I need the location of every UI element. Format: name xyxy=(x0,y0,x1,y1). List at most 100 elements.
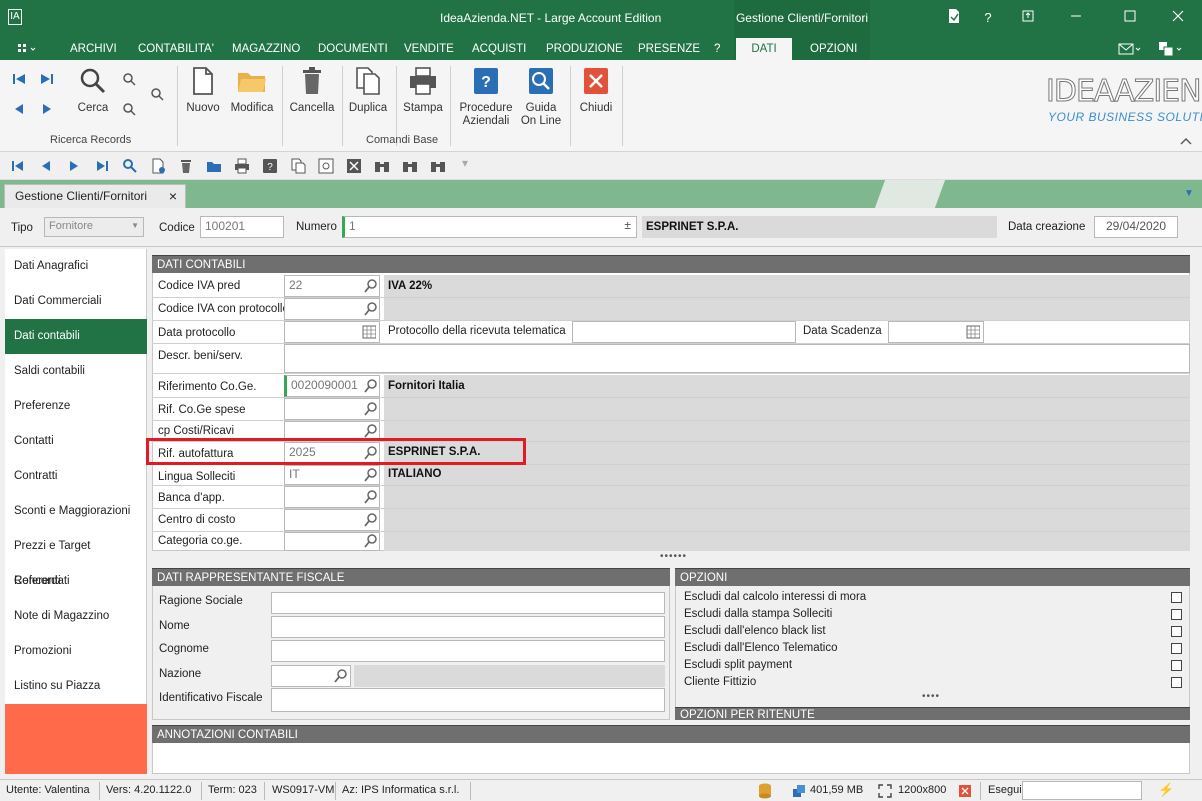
binoculars-next-icon[interactable] xyxy=(402,158,418,174)
last-record-icon[interactable] xyxy=(40,72,54,89)
app-menu-icon[interactable] xyxy=(16,38,38,60)
menu-dati[interactable]: DATI xyxy=(736,38,792,60)
nav-prezzi-target[interactable]: Prezzi e Target Concordati xyxy=(5,529,147,587)
id-fiscale-field[interactable] xyxy=(271,688,665,712)
nav-contratti[interactable]: Contratti xyxy=(5,459,147,494)
tab-list-chevron-icon[interactable]: ▼ xyxy=(1184,188,1194,199)
procedure-aziendali-button[interactable]: ? Procedure Aziendali xyxy=(456,66,516,128)
guida-online-button[interactable]: Guida On Line xyxy=(518,66,564,128)
search-icon[interactable] xyxy=(364,424,378,438)
cancel-toolbar-icon[interactable] xyxy=(346,158,362,174)
search-next-icon[interactable] xyxy=(122,102,136,119)
menu-vendite[interactable]: VENDITE xyxy=(404,38,454,60)
protocollo-field[interactable] xyxy=(572,321,796,343)
stampa-button[interactable]: Stampa xyxy=(402,66,444,115)
collapse-ribbon-icon[interactable] xyxy=(1180,134,1192,148)
opzione-solleciti-checkbox[interactable] xyxy=(1171,609,1182,620)
search-advanced-icon[interactable] xyxy=(150,87,164,104)
prev-record-icon[interactable] xyxy=(12,102,26,119)
opzione-mora-checkbox[interactable] xyxy=(1171,592,1182,603)
minimize-icon[interactable] xyxy=(1066,8,1086,28)
cognome-field[interactable] xyxy=(271,640,665,662)
search-icon[interactable] xyxy=(364,302,378,316)
menu-produzione[interactable]: PRODUZIONE xyxy=(546,38,623,60)
nav-sconti[interactable]: Sconti e Maggiorazioni xyxy=(5,494,147,529)
nav-listino-piazza[interactable]: Listino su Piazza xyxy=(5,669,147,704)
help-icon[interactable]: ? xyxy=(978,8,998,28)
data-creazione-field[interactable]: 29/04/2020 xyxy=(1094,216,1178,238)
preview-toolbar-icon[interactable] xyxy=(318,158,334,174)
nav-note-magazzino[interactable]: Note di Magazzino xyxy=(5,599,147,634)
search-icon[interactable] xyxy=(364,279,378,293)
toolbar-overflow-icon[interactable]: ▾ xyxy=(462,156,468,170)
esegui-input[interactable] xyxy=(1022,781,1142,800)
open-folder-toolbar-icon[interactable] xyxy=(206,158,222,174)
first-record-small-icon[interactable] xyxy=(10,158,26,174)
nav-dati-commerciali[interactable]: Dati Commerciali xyxy=(5,284,147,319)
maximize-icon[interactable] xyxy=(1120,8,1140,28)
cerca-button[interactable]: Cerca xyxy=(76,66,110,115)
document-icon[interactable] xyxy=(944,8,964,28)
nav-contatti[interactable]: Contatti xyxy=(5,424,147,459)
search-icon[interactable] xyxy=(364,402,378,416)
menu-magazzino[interactable]: MAGAZZINO xyxy=(232,38,300,60)
codice-field[interactable]: 100201 xyxy=(200,216,284,238)
new-toolbar-icon[interactable] xyxy=(150,158,166,174)
opzione-split-checkbox[interactable] xyxy=(1171,660,1182,671)
help-toolbar-icon[interactable]: ? xyxy=(262,158,278,174)
next-record-icon[interactable] xyxy=(40,102,54,119)
calendar-icon[interactable] xyxy=(966,325,980,339)
lightning-icon[interactable]: ⚡ xyxy=(1158,782,1174,798)
menu-documenti[interactable]: DOCUMENTI xyxy=(318,38,388,60)
menu-contabilita[interactable]: CONTABILITA' xyxy=(138,38,214,60)
search-icon[interactable] xyxy=(364,534,378,548)
prev-record-small-icon[interactable] xyxy=(38,158,54,174)
modifica-button[interactable]: Modifica xyxy=(228,66,276,115)
print-toolbar-icon[interactable] xyxy=(234,158,250,174)
opzione-blacklist-checkbox[interactable] xyxy=(1171,626,1182,637)
descr-field[interactable] xyxy=(284,344,1190,373)
nome-field[interactable] xyxy=(271,616,665,638)
nav-saldi-contabili[interactable]: Saldi contabili xyxy=(5,354,147,389)
close-icon[interactable] xyxy=(1168,8,1188,28)
last-record-small-icon[interactable] xyxy=(94,158,110,174)
calendar-icon[interactable] xyxy=(362,325,376,339)
fullscreen-icon[interactable] xyxy=(878,784,892,798)
binoculars-prev-icon[interactable] xyxy=(430,158,446,174)
nav-referenti[interactable]: Referenti xyxy=(5,564,147,599)
opzione-fittizio-checkbox[interactable] xyxy=(1171,677,1182,688)
search-small-icon[interactable] xyxy=(122,72,136,89)
search-icon[interactable] xyxy=(364,379,378,393)
tab-gestione-clienti[interactable]: Gestione Clienti/Fornitori × xyxy=(4,184,186,208)
search-icon[interactable] xyxy=(364,490,378,504)
restore-ribbon-icon[interactable] xyxy=(1018,8,1038,28)
chiudi-button[interactable]: Chiudi xyxy=(576,66,616,115)
menu-opzioni[interactable]: OPZIONI xyxy=(810,38,857,60)
opzione-telematico-checkbox[interactable] xyxy=(1171,643,1182,654)
menu-help[interactable]: ? xyxy=(714,38,720,60)
next-record-small-icon[interactable] xyxy=(66,158,82,174)
ragione-sociale-field[interactable] xyxy=(271,592,665,614)
nav-preferenze[interactable]: Preferenze xyxy=(5,389,147,424)
menu-archivi[interactable]: ARCHIVI xyxy=(70,38,117,60)
duplica-button[interactable]: Duplica xyxy=(346,66,390,115)
numero-field[interactable]: 1 ± xyxy=(342,216,637,238)
opzioni-splitter-handle[interactable]: •••• xyxy=(922,691,940,702)
binoculars-icon[interactable] xyxy=(374,158,390,174)
search-toolbar-icon[interactable] xyxy=(122,158,138,174)
nav-dati-contabili[interactable]: Dati contabili xyxy=(5,319,147,354)
delete-toolbar-icon[interactable] xyxy=(178,158,194,174)
search-icon[interactable] xyxy=(364,468,378,482)
spin-icon[interactable]: ± xyxy=(624,218,631,232)
splitter-handle[interactable]: •••••• xyxy=(660,551,687,562)
tipo-select[interactable]: Fornitore ▼ xyxy=(44,217,144,237)
nuovo-button[interactable]: Nuovo xyxy=(184,66,222,115)
search-icon[interactable] xyxy=(334,669,348,683)
mail-icon[interactable] xyxy=(1118,38,1142,60)
tab-close-icon[interactable]: × xyxy=(169,185,177,207)
close-red-small-icon[interactable] xyxy=(958,784,972,798)
nav-dati-anagrafici[interactable]: Dati Anagrafici xyxy=(5,249,147,284)
nav-promozioni[interactable]: Promozioni xyxy=(5,634,147,669)
first-record-icon[interactable] xyxy=(12,72,26,89)
menu-acquisti[interactable]: ACQUISTI xyxy=(472,38,526,60)
